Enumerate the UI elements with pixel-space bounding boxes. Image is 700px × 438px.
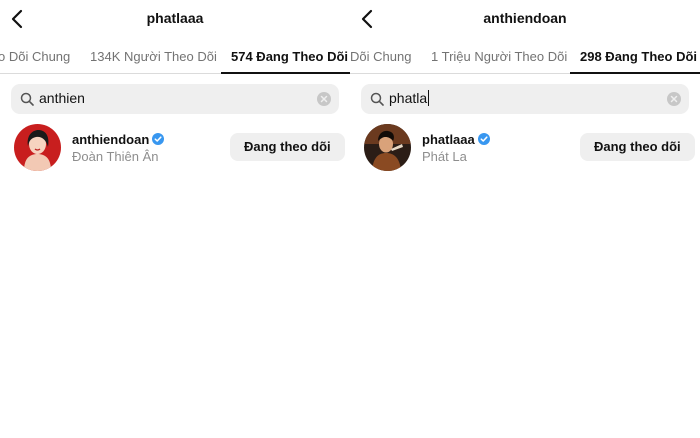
search-input-value: phatla (389, 90, 428, 106)
search-bar[interactable]: phatla (361, 84, 689, 114)
verified-badge-icon (152, 133, 165, 145)
search-bar[interactable]: anthien (11, 84, 339, 114)
full-name: Đoàn Thiên Ân (72, 149, 159, 164)
user-result-row[interactable]: anthiendoan Đoàn Thiên Ân Đang theo dõi (0, 122, 350, 174)
search-icon (370, 92, 384, 106)
search-icon (20, 92, 34, 106)
user-result-row[interactable]: phatlaaa Phát La Đang theo dõi (350, 122, 700, 174)
comparison-screen: phatlaaa o Dõi Chung 134K Người Theo Dõi… (0, 0, 700, 438)
following-panel-left: phatlaaa o Dõi Chung 134K Người Theo Dõi… (0, 0, 350, 438)
search-input[interactable]: phatla (389, 90, 430, 106)
avatar[interactable] (14, 124, 61, 171)
tab-mutual[interactable]: o Dõi Chung (0, 49, 70, 64)
username-text: anthiendoan (72, 132, 150, 147)
profile-title: phatlaaa (146, 10, 204, 26)
following-panel-right: anthiendoan Dõi Chung 1 Triệu Người Theo… (350, 0, 700, 438)
tab-following[interactable]: 574 Đang Theo Dõi (231, 49, 348, 64)
follow-tabs: o Dõi Chung 134K Người Theo Dõi 574 Đang… (0, 42, 350, 74)
avatar[interactable] (364, 124, 411, 171)
tab-mutual[interactable]: Dõi Chung (350, 49, 411, 64)
full-name: Phát La (422, 149, 467, 164)
tab-following[interactable]: 298 Đang Theo Dõi (580, 49, 697, 64)
active-tab-indicator (221, 72, 350, 74)
tab-followers[interactable]: 134K Người Theo Dõi (90, 49, 217, 64)
verified-badge-icon (477, 133, 490, 145)
following-button[interactable]: Đang theo dõi (580, 133, 695, 161)
header: anthiendoan (350, 0, 700, 38)
search-input[interactable]: anthien (39, 90, 85, 106)
profile-title: anthiendoan (483, 10, 567, 26)
clear-icon[interactable] (317, 92, 331, 106)
active-tab-indicator (570, 72, 700, 74)
follow-tabs: Dõi Chung 1 Triệu Người Theo Dõi 298 Đan… (350, 42, 700, 74)
username: anthiendoan (72, 132, 165, 147)
username-text: phatlaaa (422, 132, 475, 147)
tab-followers[interactable]: 1 Triệu Người Theo Dõi (431, 49, 567, 64)
header: phatlaaa (0, 0, 350, 38)
username: phatlaaa (422, 132, 490, 147)
text-cursor (428, 90, 430, 106)
clear-icon[interactable] (667, 92, 681, 106)
following-button[interactable]: Đang theo dõi (230, 133, 345, 161)
